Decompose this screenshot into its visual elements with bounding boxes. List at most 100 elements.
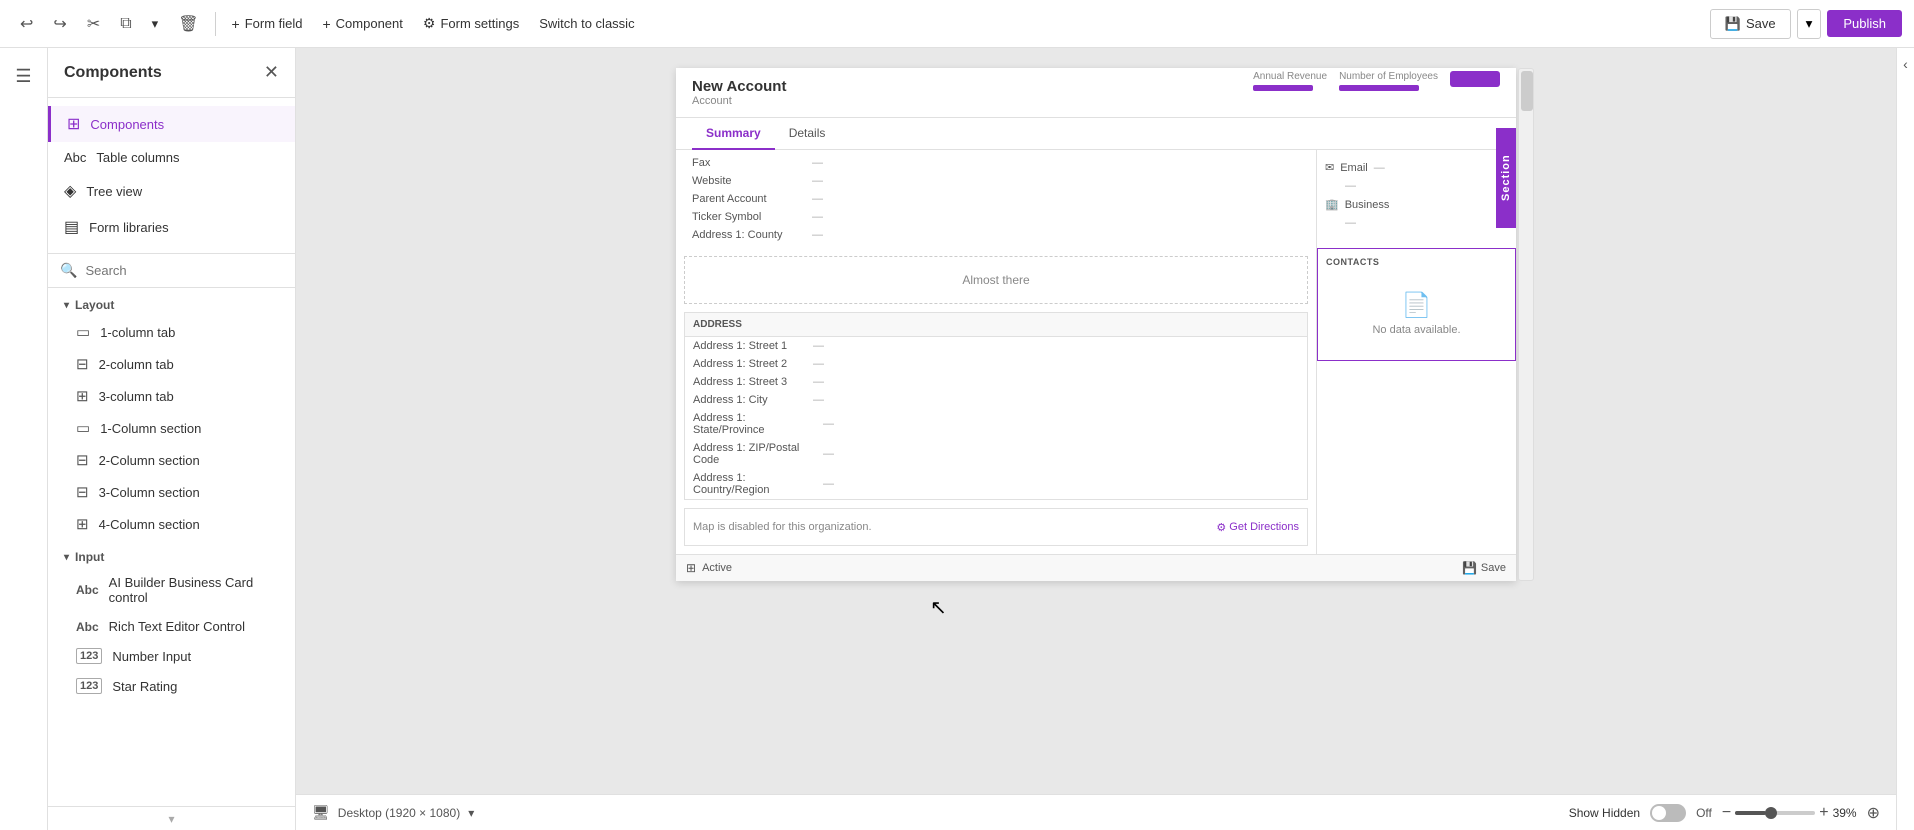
preview-scrollbar[interactable]: [1518, 68, 1534, 581]
3col-tab-label: 3-column tab: [99, 389, 174, 404]
tab-summary[interactable]: Summary: [692, 118, 775, 150]
nav-item-components[interactable]: ⊞ Components: [48, 106, 295, 142]
field-business-label: Business: [1345, 199, 1390, 211]
field-website: Website —: [684, 172, 1308, 190]
redo-button[interactable]: ↪: [45, 10, 74, 38]
target-button[interactable]: ⊕: [1867, 803, 1880, 823]
rich-text-item[interactable]: Abc Rich Text Editor Control: [48, 612, 295, 641]
number-input-item[interactable]: 123 Number Input: [48, 641, 295, 671]
save-button[interactable]: 💾 Save: [1710, 9, 1791, 39]
rich-text-label: Rich Text Editor Control: [109, 619, 245, 634]
save-icon: 💾: [1725, 16, 1741, 32]
almost-there-box: Almost there: [684, 256, 1308, 304]
nav-item-form-libraries-label: Form libraries: [89, 220, 168, 235]
star-rating-item[interactable]: 123 Star Rating: [48, 671, 295, 701]
toolbar: ↩ ↪ ✂ ⧉ ▾ 🗑 + Form field + Component ⚙ F…: [0, 0, 1914, 48]
panel-close-button[interactable]: ✕: [264, 62, 279, 83]
canvas-scroll[interactable]: New Account Account Annual Revenue Numbe…: [296, 48, 1896, 794]
field-email: ✉ Email —: [1325, 158, 1508, 177]
undo-button[interactable]: ↩: [12, 10, 41, 38]
1col-section-item[interactable]: ▭ 1-Column section: [48, 412, 295, 444]
nav-item-form-libraries[interactable]: ▤ Form libraries: [48, 209, 295, 245]
field-city: Address 1: City —: [685, 391, 1307, 409]
3col-tab-item[interactable]: ⊞ 3-column tab: [48, 380, 295, 412]
form-body: Fax — Website — Parent Account —: [676, 150, 1516, 554]
field-street1-value: —: [813, 340, 824, 352]
search-input[interactable]: [85, 263, 283, 278]
zoom-slider-thumb[interactable]: [1765, 807, 1777, 819]
field-country-value: —: [823, 478, 834, 490]
zoom-minus-button[interactable]: −: [1722, 804, 1731, 822]
2col-section-label: 2-Column section: [99, 453, 200, 468]
copy-button[interactable]: ⧉: [112, 11, 139, 37]
field-state-label: Address 1:State/Province: [693, 412, 823, 436]
field-business-dashes: —: [1325, 217, 1356, 229]
delete-button[interactable]: 🗑: [170, 10, 206, 38]
field-street2-label: Address 1: Street 2: [693, 358, 813, 370]
nav-item-tree-view-label: Tree view: [86, 184, 142, 199]
show-hidden-toggle[interactable]: [1650, 804, 1686, 822]
field-parent-account-value: —: [812, 193, 823, 205]
nav-menu-button[interactable]: ☰: [4, 56, 44, 96]
field-state-value: —: [823, 418, 834, 430]
field-street1: Address 1: Street 1 —: [685, 337, 1307, 355]
layout-section-label: Layout: [75, 298, 114, 312]
rich-text-icon: Abc: [76, 620, 99, 634]
directions-label: Get Directions: [1229, 521, 1299, 533]
zoom-controls: − + 39%: [1722, 804, 1857, 822]
tab-details[interactable]: Details: [775, 118, 840, 150]
zoom-slider[interactable]: [1735, 811, 1815, 815]
layout-section-header[interactable]: ▾ Layout: [48, 288, 295, 316]
field-county-value: —: [812, 229, 823, 241]
field-zip: Address 1: ZIP/PostalCode —: [685, 439, 1307, 469]
field-ticker-value: —: [812, 211, 823, 223]
right-section-fields: ✉ Email — — 🏢 Business: [1317, 150, 1516, 240]
form-subtitle: Account: [692, 95, 1500, 107]
1col-section-label: 1-Column section: [100, 421, 201, 436]
form-footer: ⊞ Active 💾 Save: [676, 554, 1516, 581]
field-fax-label: Fax: [692, 157, 812, 169]
form-field-button[interactable]: + Form field: [224, 12, 311, 36]
star-rating-label: Star Rating: [112, 679, 177, 694]
toggle-state-label: Off: [1696, 806, 1712, 820]
field-street3-label: Address 1: Street 3: [693, 376, 813, 388]
switch-classic-button[interactable]: Switch to classic: [531, 12, 642, 35]
input-section-header[interactable]: ▾ Input: [48, 540, 295, 568]
field-state: Address 1:State/Province —: [685, 409, 1307, 439]
4col-section-item[interactable]: ⊞ 4-Column section: [48, 508, 295, 540]
2col-tab-item[interactable]: ⊟ 2-column tab: [48, 348, 295, 380]
component-button[interactable]: + Component: [314, 12, 410, 36]
map-directions-button[interactable]: ⚙ Get Directions: [1216, 521, 1299, 534]
save-dropdown-button[interactable]: ▾: [1797, 9, 1822, 39]
components-panel: Components ✕ ⊞ Components Abc Table colu…: [48, 48, 296, 830]
zoom-plus-button[interactable]: +: [1819, 804, 1828, 822]
nav-item-tree-view[interactable]: ◈ Tree view: [48, 173, 295, 209]
form-main-column: Fax — Website — Parent Account —: [676, 150, 1316, 554]
1col-tab-label: 1-column tab: [100, 325, 175, 340]
1col-tab-item[interactable]: ▭ 1-column tab: [48, 316, 295, 348]
field-city-label: Address 1: City: [693, 394, 813, 406]
save-label: Save: [1746, 16, 1776, 31]
copy-dropdown-button[interactable]: ▾: [144, 12, 167, 36]
annual-revenue-bar: [1253, 85, 1313, 91]
right-collapse-button[interactable]: ‹: [1903, 56, 1908, 72]
section-label: Section: [1496, 128, 1516, 228]
3col-section-item[interactable]: ⊟ 3-Column section: [48, 476, 295, 508]
preview-scrollbar-thumb[interactable]: [1521, 71, 1533, 111]
form-settings-button[interactable]: ⚙ Form settings: [415, 11, 527, 36]
close-icon: ✕: [264, 62, 279, 82]
form-settings-label: Form settings: [440, 16, 519, 31]
layout-chevron-icon: ▾: [64, 300, 69, 311]
desktop-dropdown-button[interactable]: ▾: [468, 806, 474, 820]
input-section-label: Input: [75, 550, 104, 564]
map-disabled-text: Map is disabled for this organization.: [693, 517, 872, 537]
publish-button[interactable]: Publish: [1827, 10, 1902, 37]
nav-item-table-columns[interactable]: Abc Table columns: [48, 142, 295, 173]
main-layout: ☰ Components ✕ ⊞ Components Abc Table co…: [0, 48, 1914, 830]
cut-button[interactable]: ✂: [79, 10, 108, 38]
2col-section-item[interactable]: ⊟ 2-Column section: [48, 444, 295, 476]
tree-view-icon: ◈: [64, 181, 76, 201]
zoom-slider-fill: [1735, 811, 1766, 815]
footer-status: Active: [702, 562, 732, 574]
ai-builder-item[interactable]: Abc AI Builder Business Card control: [48, 568, 295, 612]
